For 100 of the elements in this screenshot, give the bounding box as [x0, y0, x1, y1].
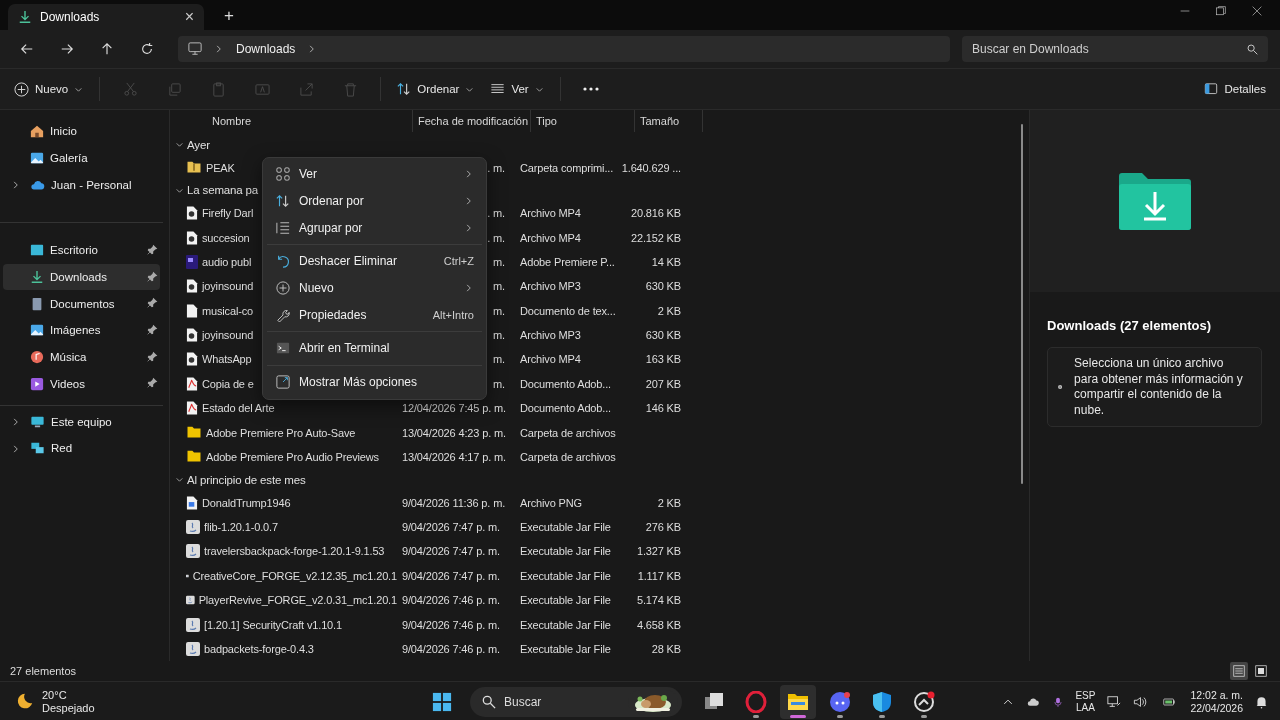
file-name[interactable]: audio publ [202, 255, 252, 268]
file-name[interactable]: DonaldTrump1946 [202, 496, 291, 509]
type-cell: Executable Jar File [520, 545, 611, 558]
language-indicator[interactable]: ESP LAA [1075, 689, 1096, 714]
clock[interactable]: 12:02 a. m. 22/04/2026 [1190, 688, 1243, 715]
file-name[interactable]: PlayerRevive_FORGE_v2.0.31_mc1.20.1 [198, 594, 397, 607]
type-cell: Documento de tex... [520, 304, 616, 317]
computer-icon [30, 414, 45, 429]
maximize-icon [1216, 5, 1226, 16]
home-icon [30, 124, 44, 139]
pdf-file-icon [186, 376, 198, 391]
file-name[interactable]: [1.20.1] SecurityCraft v1.10.1 [204, 618, 342, 631]
group-header[interactable]: Ayer [170, 134, 216, 156]
pin-icon[interactable] [147, 377, 158, 389]
more-icon [582, 86, 599, 92]
address-bar[interactable]: Downloads [178, 36, 950, 62]
menu-item[interactable]: Propiedades Alt+Intro [263, 301, 486, 329]
pin-icon[interactable] [147, 243, 158, 255]
details-button[interactable]: Detalles [1198, 74, 1272, 104]
sidebar-item[interactable]: Este equipo [3, 408, 160, 435]
column-header[interactable]: Tipo [531, 110, 635, 132]
browser-tab[interactable]: Downloads × [8, 4, 204, 30]
date-cell: 13/04/2026 4:17 p. m. [402, 450, 506, 463]
size-cell: 276 KB [645, 521, 681, 534]
new-button[interactable]: Nuevo [8, 74, 90, 104]
sidebar-item[interactable]: Música [3, 343, 160, 371]
scissors-icon [122, 81, 138, 97]
expand-icon[interactable] [11, 417, 21, 428]
folder-icon [186, 426, 202, 440]
file-name[interactable]: Estado del Arte [202, 402, 275, 415]
media-file-icon [186, 206, 198, 221]
bell-icon [1255, 694, 1268, 709]
menu-item[interactable]: Mostrar Más opciones [263, 368, 486, 396]
breadcrumb[interactable]: Downloads [236, 42, 296, 56]
pin-icon[interactable] [147, 350, 158, 362]
taskbar-search[interactable]: Buscar [470, 686, 682, 717]
close-button[interactable]: × [184, 8, 194, 26]
column-header[interactable]: Nombre [186, 110, 413, 132]
file-name[interactable]: badpackets-forge-0.4.3 [204, 642, 314, 655]
sidebar-item[interactable]: Documentos [3, 290, 160, 318]
file-name[interactable]: joyinsound [202, 280, 254, 293]
menu-item[interactable]: Agrupar por [263, 214, 486, 242]
sidebar-item[interactable]: Galería [3, 144, 160, 172]
file-name[interactable]: travelersbackpack-forge-1.20.1-9.1.53 [204, 545, 385, 558]
network-icon [30, 441, 45, 456]
paste-icon [210, 81, 226, 97]
details-view-button[interactable] [1230, 662, 1248, 680]
sort-button[interactable]: Ordenar [391, 74, 481, 104]
pin-icon[interactable] [147, 323, 158, 335]
menu-item[interactable]: Ver [263, 161, 486, 188]
file-name[interactable]: flib-1.20.1-0.0.7 [204, 521, 278, 534]
sidebar-item[interactable]: Escritorio [3, 237, 160, 264]
type-cell: Carpeta comprimi... [520, 161, 614, 174]
pin-icon[interactable] [147, 297, 158, 309]
share-icon [298, 81, 314, 97]
sidebar-item[interactable]: Inicio [3, 118, 160, 145]
file-name[interactable]: WhatsApp [202, 353, 252, 366]
group-header[interactable]: Al principio de este mes [170, 469, 312, 491]
sidebar-item[interactable]: Red [3, 434, 160, 462]
taskbar-app[interactable] [780, 684, 816, 719]
menu-item[interactable]: Abrir en Terminal [263, 335, 486, 362]
media-file-icon [186, 352, 198, 367]
size-cell: 630 KB [645, 329, 681, 342]
expand-icon[interactable] [11, 443, 21, 454]
type-cell: Archivo MP4 [520, 353, 581, 366]
sidebar-item[interactable]: Videos [3, 370, 160, 398]
file-name[interactable]: Firefly Darl [202, 207, 254, 220]
menu-item[interactable]: Deshacer Eliminar Ctrl+Z [263, 248, 486, 275]
file-name[interactable]: musical-co [202, 304, 254, 317]
menu-item[interactable]: Ordenar por [263, 187, 486, 215]
file-name[interactable]: Copia de e [202, 377, 254, 390]
sidebar-item[interactable]: Juan - Personal [3, 171, 160, 199]
music-icon [30, 350, 44, 365]
date-cell: . m. [487, 231, 505, 244]
file-name[interactable]: Adobe Premiere Pro Audio Previews [206, 450, 379, 463]
tiles-view-icon [1255, 665, 1267, 677]
expand-icon[interactable] [11, 180, 21, 191]
file-name[interactable]: joyinsound [202, 329, 254, 342]
size-cell: 1.640.629 ... [621, 161, 681, 174]
pin-icon[interactable] [147, 270, 158, 282]
menu-item[interactable]: Nuevo [263, 274, 486, 302]
picture-icon [30, 323, 44, 338]
file-name[interactable]: succesion [202, 231, 250, 244]
column-header[interactable]: Fecha de modificación [413, 110, 531, 132]
scrollbar[interactable] [1021, 124, 1023, 484]
view-button[interactable]: Ver [484, 74, 550, 104]
sidebar-item[interactable]: Imágenes [3, 317, 160, 344]
file-name[interactable]: PEAK [206, 161, 235, 174]
column-header[interactable]: Tamaño [635, 110, 703, 132]
speaker-icon [1133, 694, 1149, 709]
tiles-view-button[interactable] [1252, 662, 1270, 680]
folder-icon [186, 450, 202, 464]
date-cell: 9/04/2026 7:46 p. m. [402, 642, 500, 655]
file-name[interactable]: Adobe Premiere Pro Auto-Save [206, 426, 356, 439]
group-header[interactable]: La semana pa [170, 179, 265, 202]
file-name[interactable]: CreativeCore_FORGE_v2.12.35_mc1.20.1 [192, 569, 397, 582]
sidebar-item[interactable]: Downloads [3, 263, 160, 291]
size-cell: 28 KB [651, 642, 681, 655]
search-field[interactable]: Buscar en Downloads [962, 36, 1268, 62]
new-tab-button[interactable]: + [218, 5, 240, 27]
